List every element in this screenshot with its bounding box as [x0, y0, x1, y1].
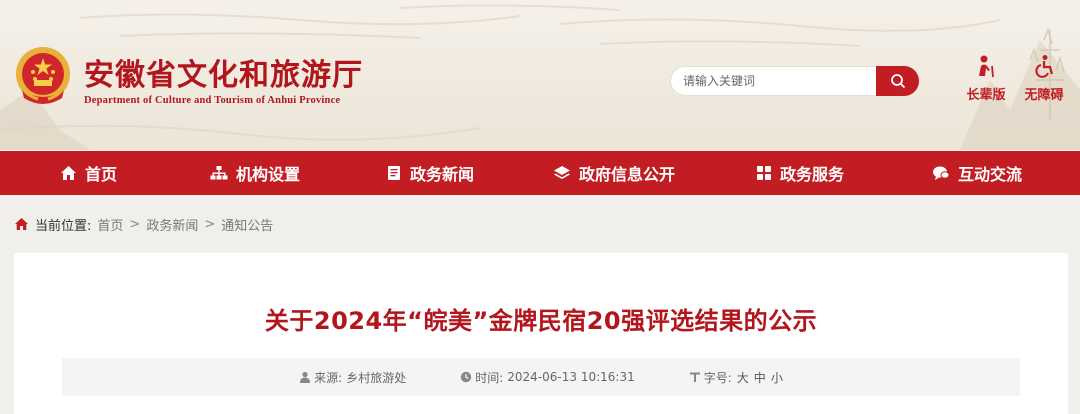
accessibility-label: 无障碍: [1024, 88, 1064, 103]
home-icon: [15, 218, 28, 230]
grid-icon: [757, 166, 771, 180]
layers-icon: [554, 166, 570, 179]
nav-item-label: 互动交流: [958, 165, 1023, 184]
nav-item-label: 政务服务: [780, 165, 845, 184]
site-title[interactable]: 安徽省文化和旅游厅: [84, 50, 363, 94]
article-title: 关于2024年“皖美”金牌民宿20强评选结果的公示: [264, 307, 818, 335]
org-icon: [210, 166, 228, 180]
breadcrumb-separator: >: [129, 216, 141, 232]
site-title-english: Department of Culture and Tourism of Anh…: [84, 95, 341, 106]
breadcrumb: 当前位置: 首页 > 政务新闻 > 通知公告: [14, 214, 273, 234]
breadcrumb-link-home[interactable]: 首页: [97, 215, 123, 234]
fontsize-label: 字号:: [703, 370, 732, 385]
nav-item-home[interactable]: 首页: [60, 151, 117, 195]
breadcrumb-link-notices[interactable]: 通知公告: [221, 215, 273, 234]
breadcrumb-separator: >: [204, 216, 216, 232]
accessibility-button[interactable]: 无障碍: [1014, 54, 1074, 103]
text-size-icon: [689, 372, 700, 382]
fontsize-large[interactable]: 大: [737, 369, 749, 386]
nav-item-info-disclosure[interactable]: 政府信息公开: [553, 151, 675, 195]
article-time: 时间: 2024-06-13 10:16:31: [460, 369, 635, 386]
nav-item-org[interactable]: 机构设置: [210, 151, 300, 195]
user-icon: [300, 371, 311, 383]
article-meta-bar: 来源: 乡村旅游处 时间: 2024-06-13 10:16:31 字号: 大 …: [62, 358, 1020, 396]
clock-icon: [461, 371, 472, 383]
article-source: 来源: 乡村旅游处: [299, 369, 406, 386]
source-value: 乡村旅游处: [346, 370, 407, 385]
news-icon: [388, 166, 400, 180]
elder-icon: [979, 55, 994, 78]
site-header: 安徽省文化和旅游厅 Department of Culture and Tour…: [0, 0, 1080, 150]
main-nav: 首页 机构设置 政务新闻 政府信息公开 政务服务 互动交流: [0, 151, 1080, 195]
home-icon: [61, 166, 76, 180]
nav-item-services[interactable]: 政务服务: [756, 151, 844, 195]
fontsize-medium[interactable]: 中: [754, 369, 766, 386]
search-button[interactable]: [876, 66, 919, 96]
font-size-switcher: 字号: 大 中 小: [689, 369, 783, 386]
national-emblem-logo: [16, 47, 70, 104]
source-label: 来源:: [314, 370, 343, 385]
nav-item-interaction[interactable]: 互动交流: [932, 151, 1022, 195]
time-label: 时间:: [475, 370, 504, 385]
time-value: 2024-06-13 10:16:31: [507, 370, 635, 384]
breadcrumb-label: 当前位置:: [35, 218, 92, 234]
elder-mode-button[interactable]: 长辈版: [956, 54, 1016, 103]
fontsize-small[interactable]: 小: [771, 369, 783, 386]
breadcrumb-link-news[interactable]: 政务新闻: [146, 215, 198, 234]
nav-item-label: 政府信息公开: [579, 165, 676, 184]
chat-icon: [933, 166, 950, 180]
nav-item-label: 政务新闻: [410, 165, 475, 184]
search-icon: [890, 74, 905, 89]
search-input[interactable]: [671, 67, 876, 95]
nav-item-label: 首页: [85, 165, 118, 184]
accessibility-icon: [1035, 55, 1054, 78]
search-box: [670, 66, 876, 96]
nav-item-news[interactable]: 政务新闻: [386, 151, 474, 195]
elder-mode-label: 长辈版: [966, 88, 1006, 103]
nav-item-label: 机构设置: [236, 165, 301, 184]
article-card: 关于2024年“皖美”金牌民宿20强评选结果的公示 来源: 乡村旅游处 时间: …: [14, 253, 1068, 414]
